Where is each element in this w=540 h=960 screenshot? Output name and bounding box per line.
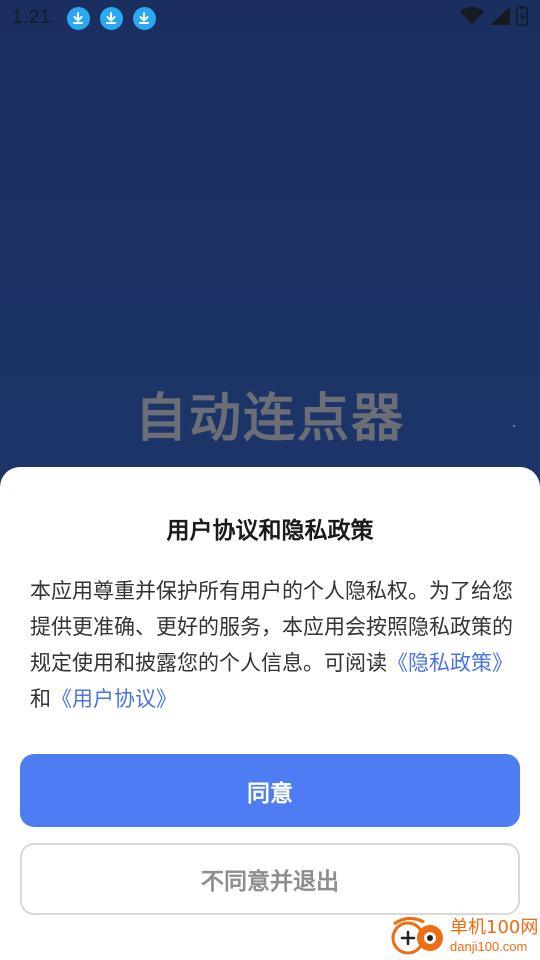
user-agreement-link[interactable]: 《用户协议》 bbox=[51, 687, 177, 711]
dialog-body: 本应用尊重并保护所有用户的个人隐私权。为了给您提供更准确、更好的服务，本应用会按… bbox=[30, 573, 514, 717]
download-icon bbox=[66, 6, 90, 30]
privacy-dialog: 用户协议和隐私政策 本应用尊重并保护所有用户的个人隐私权。为了给您提供更准确、更… bbox=[0, 467, 540, 960]
watermark: 单机100网 danji100.com bbox=[390, 912, 540, 960]
watermark-logo-icon bbox=[390, 914, 446, 958]
watermark-name: 单机100网 bbox=[450, 917, 539, 938]
agree-button[interactable]: 同意 bbox=[20, 754, 520, 827]
status-time: 1:21 bbox=[12, 7, 51, 28]
wifi-icon bbox=[460, 7, 484, 29]
download-icon bbox=[132, 6, 156, 30]
privacy-policy-link[interactable]: 《隐私政策》 bbox=[387, 651, 513, 675]
decline-exit-button[interactable]: 不同意并退出 bbox=[20, 843, 520, 915]
dialog-title: 用户协议和隐私政策 bbox=[166, 518, 374, 544]
download-icon bbox=[99, 6, 123, 30]
conjunction-text: 和 bbox=[30, 687, 51, 711]
app-title: 自动连点器 bbox=[134, 389, 405, 449]
status-bar: 1:21 bbox=[0, 0, 540, 36]
status-indicators bbox=[460, 6, 528, 30]
signal-icon bbox=[490, 7, 510, 29]
battery-icon bbox=[516, 6, 528, 30]
watermark-domain: danji100.com bbox=[450, 939, 528, 954]
background-dot bbox=[513, 425, 515, 427]
